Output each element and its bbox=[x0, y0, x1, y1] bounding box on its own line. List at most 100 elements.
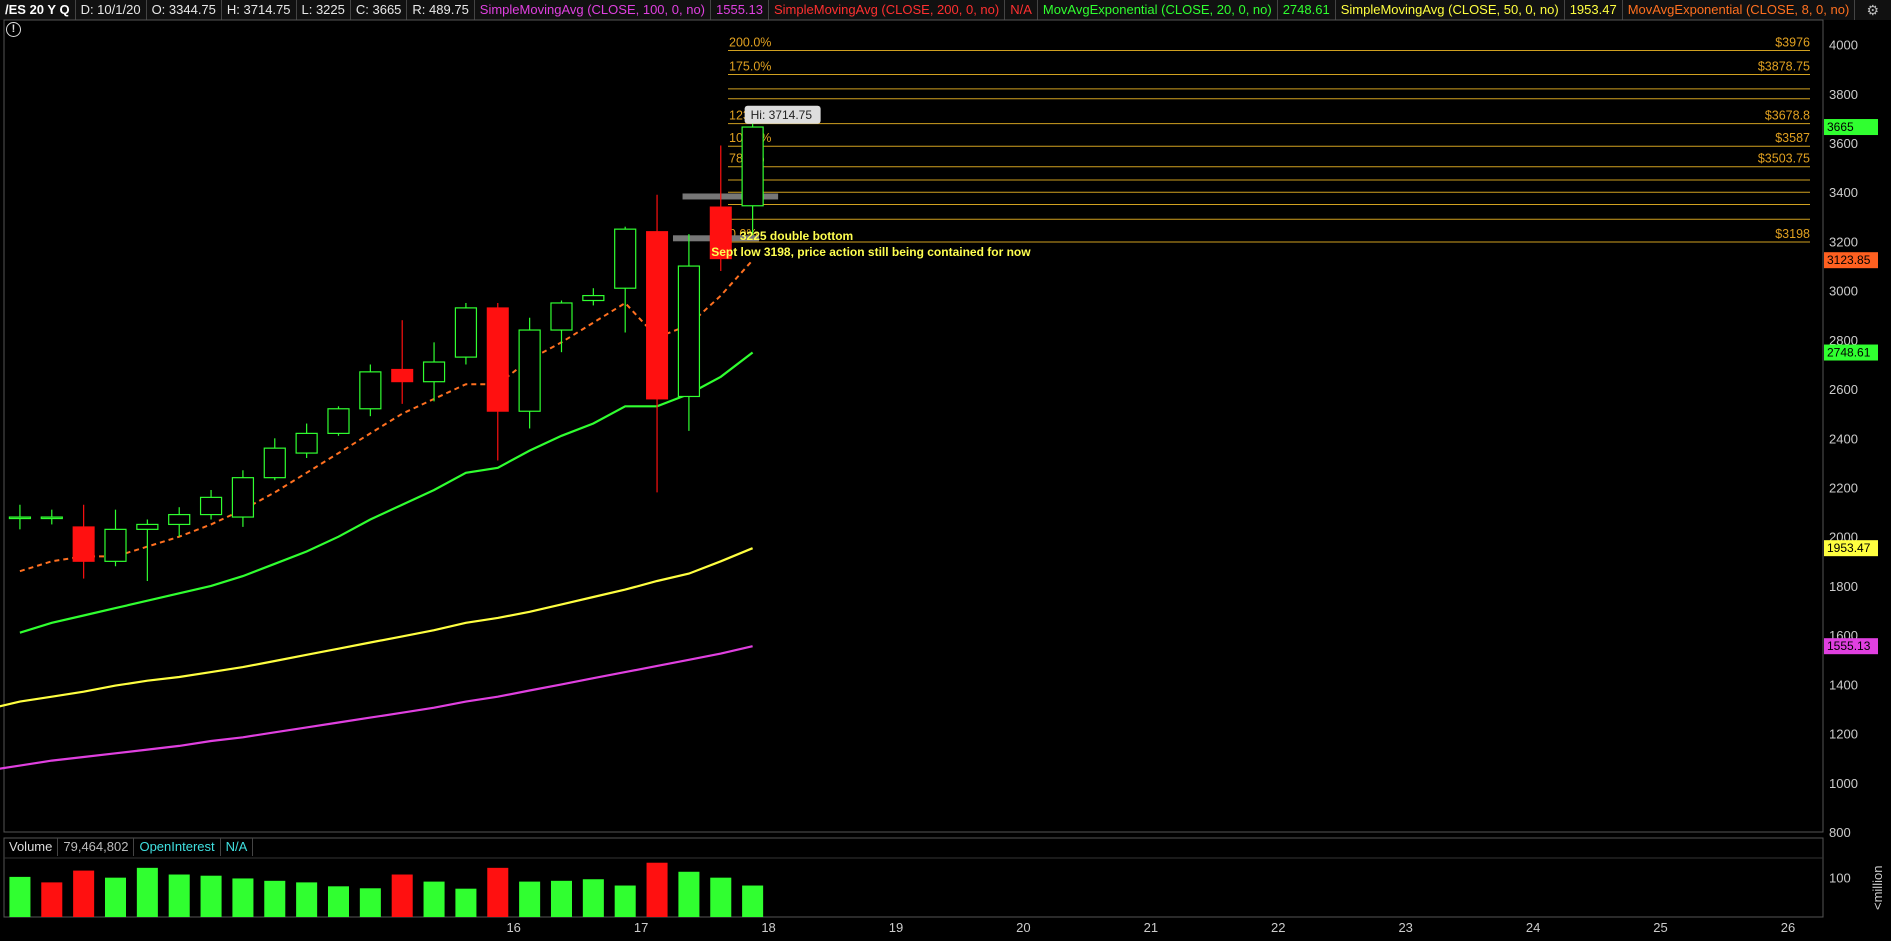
price-badge-text: 3123.85 bbox=[1827, 253, 1871, 267]
volume-bar bbox=[646, 862, 668, 917]
ma-series-line bbox=[19, 259, 754, 573]
candle-body bbox=[550, 302, 573, 331]
x-tick-label: 22 bbox=[1271, 920, 1285, 935]
x-tick-label: 16 bbox=[506, 920, 520, 935]
price-badge-text: 3665 bbox=[1827, 120, 1854, 134]
volume-bar bbox=[200, 875, 222, 917]
annotation-sept-low: Sept low 3198, price action still being … bbox=[711, 245, 1031, 259]
x-tick-label: 24 bbox=[1526, 920, 1540, 935]
y-tick-label: 2600 bbox=[1829, 382, 1858, 397]
volume-bar bbox=[391, 874, 413, 917]
price-chart[interactable]: 8001000120014001600180020002200240026002… bbox=[0, 0, 1891, 941]
y-tick-label: 1800 bbox=[1829, 579, 1858, 594]
price-badge-text: 1555.13 bbox=[1827, 639, 1871, 653]
resistance-zone bbox=[682, 193, 779, 200]
volume-bar bbox=[455, 888, 477, 917]
y-tick-label: 2200 bbox=[1829, 481, 1858, 496]
high-label-text: Hi: 3714.75 bbox=[751, 108, 813, 122]
volume-tick-label: 100 bbox=[1829, 871, 1851, 886]
fib-level-price: $3878.75 bbox=[1758, 59, 1810, 73]
volume-bar bbox=[359, 888, 381, 917]
volume-bar bbox=[742, 885, 764, 917]
oi-label[interactable]: OpenInterest bbox=[134, 838, 221, 856]
candle-body bbox=[741, 126, 764, 207]
fib-level-price: $3503.75 bbox=[1758, 152, 1810, 166]
candle-body bbox=[454, 307, 478, 358]
y-tick-label: 3800 bbox=[1829, 87, 1858, 102]
y-tick-label: 3400 bbox=[1829, 185, 1858, 200]
volume-value: 79,464,802 bbox=[58, 838, 135, 856]
ma-series-line bbox=[0, 645, 753, 770]
volume-bar bbox=[710, 877, 732, 917]
y-tick-label: 4000 bbox=[1829, 38, 1858, 53]
x-tick-label: 21 bbox=[1144, 920, 1158, 935]
fib-level-price: $3678.8 bbox=[1765, 109, 1810, 123]
y-tick-label: 3000 bbox=[1829, 284, 1858, 299]
volume-bar bbox=[41, 882, 63, 917]
ma-series-line bbox=[0, 547, 754, 708]
candle-body bbox=[199, 496, 223, 516]
candle-body bbox=[518, 329, 541, 412]
y-tick-label: 3200 bbox=[1829, 234, 1858, 249]
x-tick-label: 18 bbox=[761, 920, 775, 935]
y-tick-label: 1000 bbox=[1829, 776, 1858, 791]
volume-bar bbox=[264, 880, 286, 917]
fib-level-label: 175.0% bbox=[729, 59, 771, 73]
candle-body bbox=[646, 231, 669, 400]
x-tick-label: 25 bbox=[1653, 920, 1667, 935]
x-tick-label: 17 bbox=[634, 920, 648, 935]
volume-bar bbox=[582, 879, 604, 917]
candle-body bbox=[422, 361, 446, 383]
candle-body bbox=[677, 265, 701, 398]
volume-bar bbox=[327, 886, 350, 917]
candle-body bbox=[614, 228, 637, 289]
volume-bar bbox=[550, 880, 572, 917]
volume-bar bbox=[678, 871, 700, 917]
candle-body bbox=[263, 447, 286, 479]
candle-body bbox=[104, 528, 127, 562]
annotation-double-bottom: 3225 double bottom bbox=[740, 229, 853, 243]
x-tick-label: 23 bbox=[1398, 920, 1412, 935]
y-tick-label: 1200 bbox=[1829, 727, 1858, 742]
x-tick-label: 20 bbox=[1016, 920, 1030, 935]
candle-body bbox=[136, 523, 159, 530]
candle-body bbox=[295, 432, 318, 454]
oi-value: N/A bbox=[221, 838, 254, 856]
volume-bar bbox=[519, 881, 541, 917]
candle-body bbox=[486, 307, 509, 412]
candle-body bbox=[359, 371, 382, 410]
fib-level-label: 200.0% bbox=[729, 36, 771, 50]
volume-unit-label: <million bbox=[1870, 866, 1885, 910]
candle-body bbox=[582, 294, 605, 302]
y-tick-label: 2400 bbox=[1829, 431, 1858, 446]
volume-bar bbox=[136, 867, 158, 917]
volume-label[interactable]: Volume bbox=[4, 838, 59, 856]
price-plot-frame bbox=[3, 19, 1824, 833]
volume-bar bbox=[423, 881, 445, 917]
volume-header: Volume 79,464,802 OpenInterest N/A bbox=[4, 838, 254, 856]
fib-level-price: $3976 bbox=[1775, 36, 1810, 50]
x-tick-label: 19 bbox=[889, 920, 903, 935]
volume-bar bbox=[487, 867, 509, 917]
price-badge-text: 2748.61 bbox=[1827, 346, 1871, 360]
volume-bar bbox=[9, 876, 31, 917]
candle-body bbox=[231, 477, 255, 518]
ma-series-line bbox=[19, 351, 754, 634]
candle-body bbox=[72, 526, 95, 562]
volume-bar bbox=[168, 874, 190, 917]
volume-bar bbox=[232, 878, 254, 917]
volume-bar bbox=[104, 877, 127, 917]
volume-bar bbox=[614, 885, 636, 917]
y-tick-label: 800 bbox=[1829, 825, 1851, 840]
y-tick-label: 3600 bbox=[1829, 136, 1858, 151]
candle-body bbox=[168, 513, 191, 526]
fib-level-price: $3198 bbox=[1775, 227, 1810, 241]
candle-body bbox=[391, 368, 414, 383]
fib-level-price: $3587 bbox=[1775, 131, 1810, 145]
candle-body bbox=[327, 408, 350, 434]
volume-bar bbox=[73, 870, 95, 917]
volume-bar bbox=[296, 882, 318, 917]
x-tick-label: 26 bbox=[1781, 920, 1795, 935]
price-badge-text: 1953.47 bbox=[1827, 541, 1871, 555]
y-tick-label: 1400 bbox=[1829, 677, 1858, 692]
